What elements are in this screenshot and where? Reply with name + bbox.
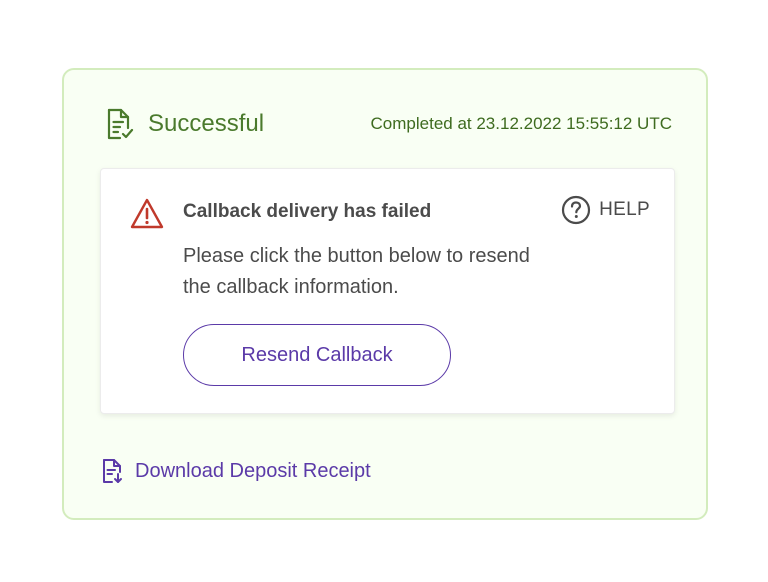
status-label: Successful [148, 110, 265, 137]
status-indicator: Successful [106, 108, 264, 140]
resend-callback-button[interactable]: Resend Callback [183, 324, 451, 386]
callback-alert: Callback delivery has failed HELP Please… [100, 168, 675, 414]
help-label: HELP [599, 199, 650, 220]
completed-timestamp: Completed at 23.12.2022 15:55:12 UTC [370, 114, 672, 133]
document-check-icon [106, 108, 134, 140]
question-circle-icon [561, 195, 591, 225]
alert-message: Please click the button below to resend … [183, 245, 530, 298]
warning-icon [129, 197, 165, 231]
download-receipt-label: Download Deposit Receipt [135, 459, 371, 482]
download-receipt-link[interactable]: Download Deposit Receipt [102, 458, 371, 484]
document-download-icon [102, 458, 124, 484]
help-link[interactable]: HELP [561, 195, 650, 225]
transaction-status-card: Successful Completed at 23.12.2022 15:55… [62, 68, 708, 520]
status-header: Successful Completed at 23.12.2022 15:55… [106, 106, 672, 142]
alert-title: Callback delivery has failed [183, 201, 432, 222]
